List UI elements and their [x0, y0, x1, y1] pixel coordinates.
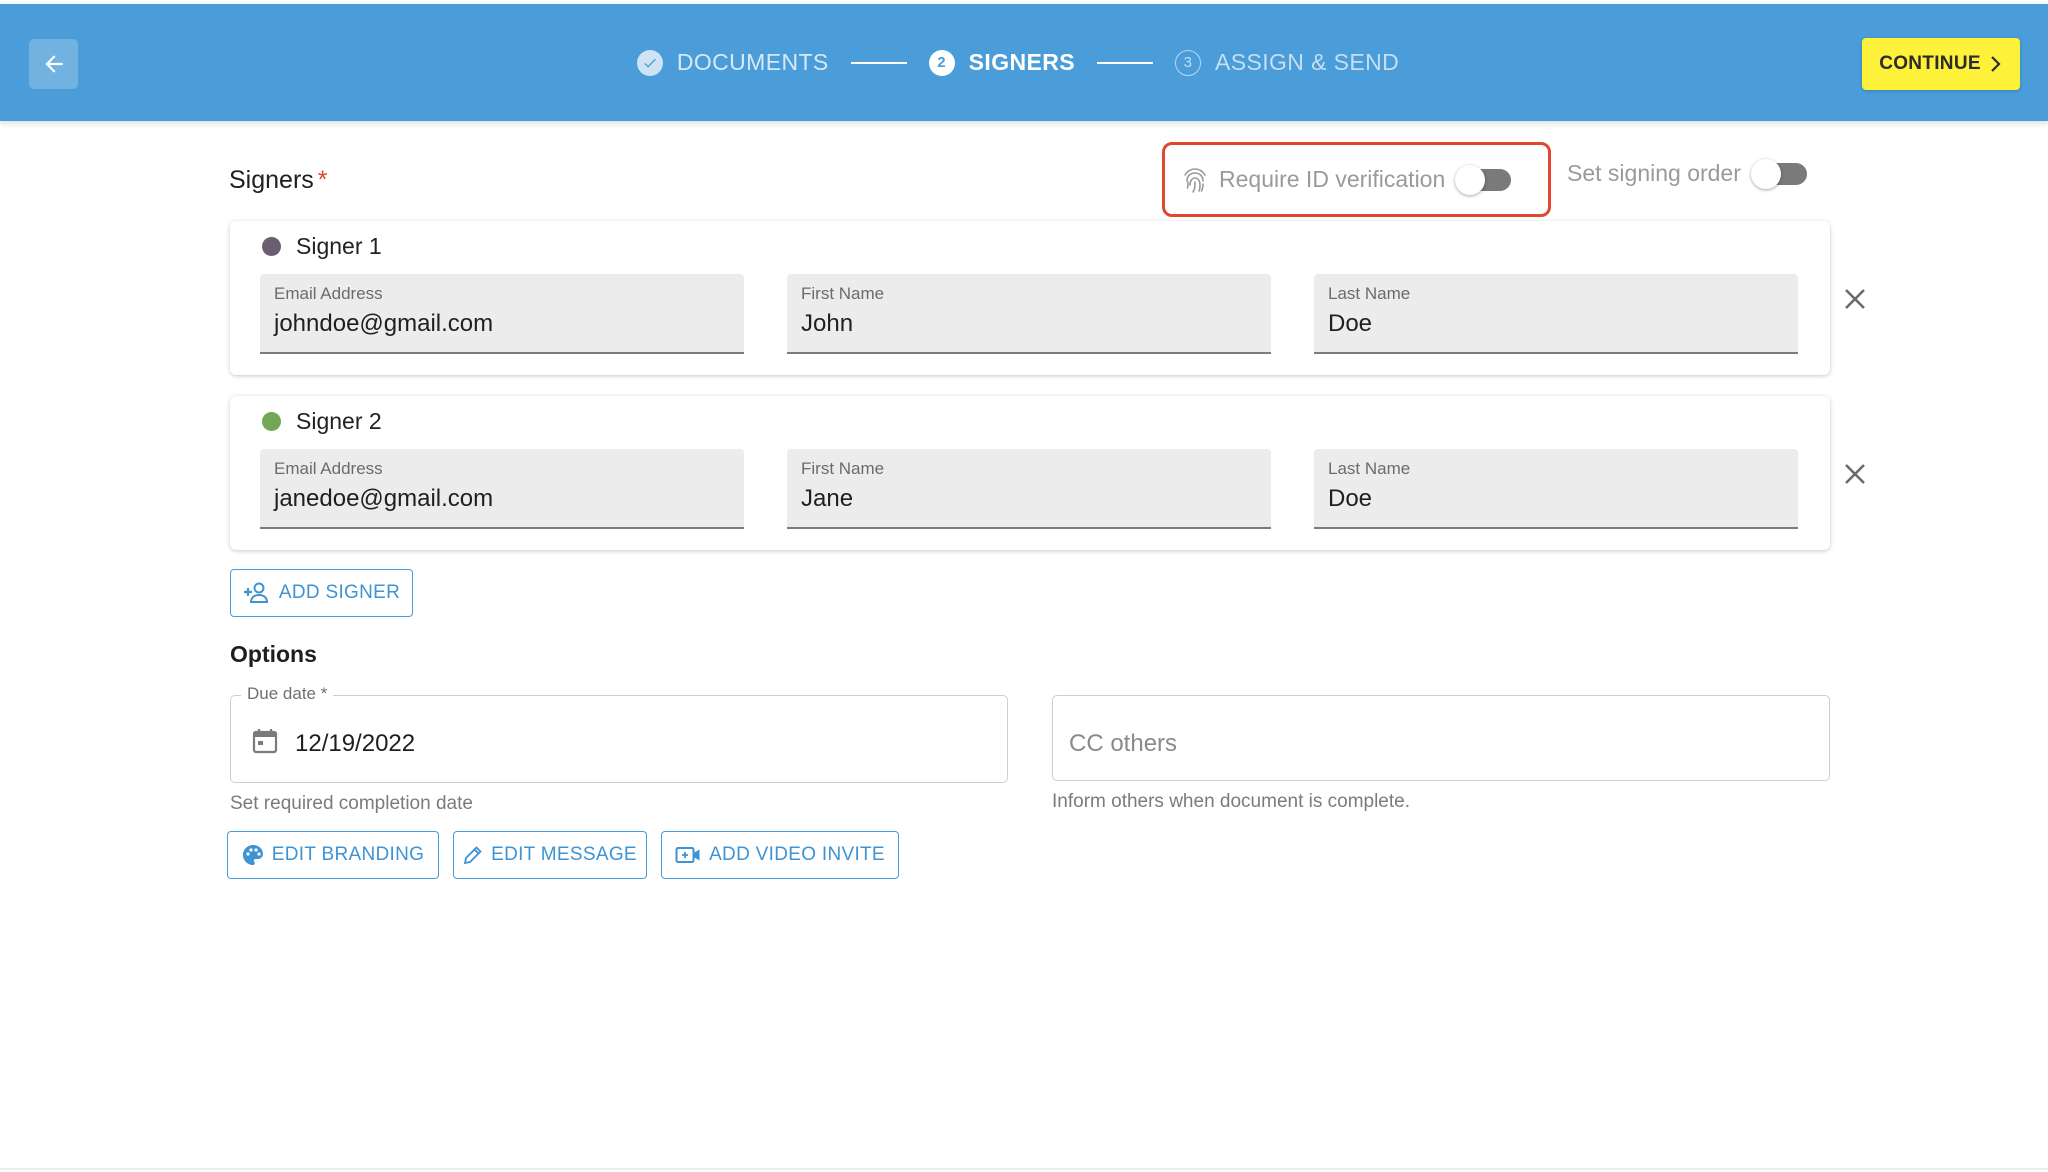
- step-connector: [1097, 61, 1153, 64]
- step-label: SIGNERS: [968, 49, 1075, 75]
- email-field[interactable]: Email Address johndoe@gmail.com: [260, 274, 744, 354]
- id-verification-option: Require ID verification: [1162, 142, 1551, 217]
- first-name-field[interactable]: First Name John: [787, 274, 1271, 354]
- signing-order-option: Set signing order: [1567, 158, 1807, 189]
- last-name-value: Doe: [1328, 310, 1373, 337]
- due-date-label: Due date *: [241, 684, 334, 704]
- step-documents[interactable]: DOCUMENTS: [636, 49, 829, 76]
- page-divider: [0, 1168, 2048, 1170]
- pencil-icon: [463, 846, 482, 865]
- toggle-knob: [1750, 158, 1781, 189]
- due-date-value: 12/19/2022: [295, 730, 416, 757]
- signer-header: Signer 2: [262, 408, 382, 435]
- chevron-right-icon: [1991, 56, 2001, 72]
- step-label: DOCUMENTS: [676, 49, 829, 75]
- signer-card: Signer 1 Email Address johndoe@gmail.com…: [230, 221, 1830, 375]
- close-icon: [1845, 464, 1865, 484]
- signer-color-dot: [262, 237, 281, 256]
- edit-branding-label: EDIT BRANDING: [271, 844, 425, 865]
- continue-label: CONTINUE: [1879, 53, 1981, 74]
- first-name-value: John: [801, 310, 854, 337]
- signer-name: Signer 2: [296, 408, 382, 434]
- continue-button[interactable]: CONTINUE: [1862, 38, 2020, 90]
- last-name-label: Last Name: [1328, 284, 1411, 303]
- palette-icon: [242, 845, 263, 865]
- first-name-field[interactable]: First Name Jane: [787, 449, 1271, 529]
- calendar-icon[interactable]: [251, 727, 279, 755]
- last-name-value: Doe: [1328, 485, 1373, 512]
- due-date-help: Set required completion date: [230, 793, 473, 814]
- edit-branding-button[interactable]: EDIT BRANDING: [227, 831, 439, 879]
- step-connector: [850, 61, 907, 64]
- stepper: DOCUMENTS 2 SIGNERS 3 ASSIGN & SEND: [0, 4, 2048, 121]
- signer-header: Signer 1: [262, 233, 382, 260]
- required-mark: *: [317, 166, 328, 194]
- signer-name: Signer 1: [296, 233, 382, 259]
- step-assign-send[interactable]: 3 ASSIGN & SEND: [1175, 49, 1399, 76]
- step-label: ASSIGN & SEND: [1215, 49, 1400, 75]
- email-label: Email Address: [274, 459, 383, 478]
- remove-signer-button[interactable]: [1840, 284, 1870, 314]
- signing-order-label: Set signing order: [1567, 160, 1741, 186]
- close-icon: [1845, 289, 1865, 309]
- add-signer-button[interactable]: ADD SIGNER: [230, 569, 413, 617]
- email-value: janedoe@gmail.com: [274, 485, 494, 512]
- edit-message-label: EDIT MESSAGE: [491, 844, 637, 865]
- step-number-badge: 2: [928, 49, 955, 76]
- toggle-knob: [1455, 164, 1486, 195]
- cc-help: Inform others when document is complete.: [1052, 791, 1411, 812]
- options-title: Options: [230, 641, 317, 667]
- top-bar: DOCUMENTS 2 SIGNERS 3 ASSIGN & SEND CONT…: [0, 4, 2048, 121]
- first-name-value: Jane: [801, 485, 854, 512]
- fingerprint-icon: [1184, 167, 1206, 193]
- step-signers[interactable]: 2 SIGNERS: [928, 49, 1075, 76]
- last-name-field[interactable]: Last Name Doe: [1314, 274, 1798, 354]
- email-field[interactable]: Email Address janedoe@gmail.com: [260, 449, 744, 529]
- id-verification-toggle[interactable]: [1455, 164, 1512, 195]
- email-label: Email Address: [274, 284, 383, 303]
- signer-color-dot: [262, 412, 281, 431]
- last-name-label: Last Name: [1328, 459, 1411, 478]
- add-video-invite-label: ADD VIDEO INVITE: [709, 844, 885, 865]
- video-camera-icon: [675, 847, 700, 863]
- last-name-field[interactable]: Last Name Doe: [1314, 449, 1798, 529]
- add-video-invite-button[interactable]: ADD VIDEO INVITE: [661, 831, 899, 879]
- step-number-badge: 3: [1175, 49, 1201, 76]
- signer-card: Signer 2 Email Address janedoe@gmail.com…: [230, 396, 1830, 550]
- first-name-label: First Name: [801, 284, 885, 303]
- email-value: johndoe@gmail.com: [274, 310, 494, 337]
- first-name-label: First Name: [801, 459, 885, 478]
- due-date-field[interactable]: Due date * 12/19/2022: [230, 684, 1008, 783]
- add-person-icon: [243, 582, 268, 603]
- signers-title-text: Signers: [229, 166, 314, 194]
- cc-placeholder: CC others: [1069, 730, 1178, 757]
- signers-title: Signers *: [229, 166, 328, 195]
- id-verification-label: Require ID verification: [1219, 166, 1446, 192]
- remove-signer-button[interactable]: [1840, 459, 1870, 489]
- edit-message-button[interactable]: EDIT MESSAGE: [453, 831, 647, 879]
- add-signer-label: ADD SIGNER: [278, 582, 401, 603]
- check-circle-icon: [636, 49, 663, 76]
- signing-order-toggle[interactable]: [1750, 158, 1807, 189]
- cc-others-input[interactable]: CC others: [1052, 695, 1830, 781]
